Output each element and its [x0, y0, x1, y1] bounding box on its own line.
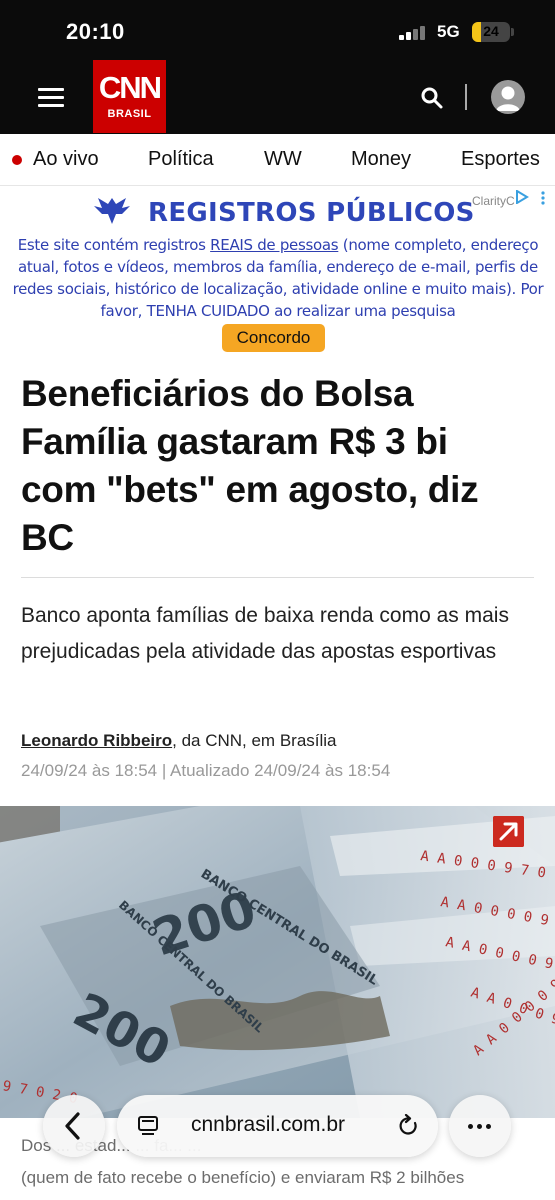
article-byline: Leonardo Ribbeiro, da CNN, em Brasília: [21, 731, 337, 751]
section-nav: Ao vivo Política WW Money Esportes: [0, 134, 555, 186]
battery-icon: 24: [472, 22, 510, 42]
cell-signal-icon: [399, 24, 429, 40]
status-bar: 20:10 5G 24: [0, 0, 555, 60]
caption-line-2: (quem de fato recebe o benefício) e envi…: [21, 1168, 465, 1187]
ad-text-link[interactable]: REAIS de pessoas: [210, 236, 338, 254]
article-subheadline: Banco aponta famílias de baixa renda com…: [21, 604, 509, 663]
byline-suffix: , da CNN, em Brasília: [172, 731, 337, 750]
nav-item-esportes[interactable]: Esportes: [461, 148, 540, 171]
cnn-brasil-logo[interactable]: CNN BRASIL: [93, 60, 166, 133]
live-indicator-icon: [12, 155, 22, 165]
hamburger-menu-icon[interactable]: [38, 88, 64, 108]
status-time: 20:10: [66, 19, 125, 44]
ad-body-text: Este site contém registros REAIS de pess…: [8, 234, 548, 322]
reader-mode-icon[interactable]: [137, 1115, 159, 1137]
user-avatar-icon[interactable]: [491, 80, 525, 114]
headline-divider: [21, 577, 534, 578]
reload-icon[interactable]: [398, 1114, 420, 1138]
chevron-left-icon: [65, 1112, 80, 1140]
logo-primary-text: CNN: [98, 70, 162, 105]
browser-back-button[interactable]: [43, 1095, 105, 1157]
article-headline: Beneficiários do Bolsa Família gastaram …: [21, 373, 479, 558]
nav-item-politica[interactable]: Política: [148, 148, 214, 171]
ad-agree-button[interactable]: Concordo: [222, 324, 325, 352]
more-dots-icon[interactable]: [449, 1095, 511, 1157]
expand-image-icon[interactable]: [493, 816, 524, 847]
advertisement-banner[interactable]: REGISTROS PÚBLICOS ClarityC Este site co…: [0, 186, 555, 358]
ad-options-icon[interactable]: [540, 190, 546, 206]
nav-item-ao-vivo[interactable]: Ao vivo: [33, 148, 99, 171]
nav-item-ww[interactable]: WW: [264, 148, 302, 171]
nav-item-money[interactable]: Money: [351, 148, 411, 171]
logo-secondary-text: BRASIL: [107, 108, 152, 120]
author-link[interactable]: Leonardo Ribbeiro: [21, 731, 172, 750]
ad-title: REGISTROS PÚBLICOS: [148, 198, 475, 228]
article-dates: 24/09/24 às 18:54 | Atualizado 24/09/24 …: [21, 761, 391, 780]
site-header: CNN BRASIL: [0, 60, 555, 134]
battery-tip: [511, 28, 514, 36]
battery-level: 24: [483, 23, 499, 39]
browser-address-bar[interactable]: cnnbrasil.com.br: [117, 1095, 438, 1157]
browser-url: cnnbrasil.com.br: [191, 1113, 346, 1136]
article-hero-image[interactable]: 200 200 BANCO CENTRAL DO BRASIL BANCO CE…: [0, 806, 555, 1118]
ad-text-before: Este site contém registros: [17, 236, 211, 254]
search-icon[interactable]: [420, 86, 444, 110]
banknotes-photo: 200 200 BANCO CENTRAL DO BRASIL BANCO CE…: [0, 806, 555, 1118]
header-divider: [465, 84, 467, 110]
adchoices-icon[interactable]: [515, 190, 529, 204]
ad-sponsor: ClarityC: [472, 194, 515, 208]
network-type: 5G: [437, 22, 460, 41]
eagle-logo-icon: [94, 198, 130, 224]
